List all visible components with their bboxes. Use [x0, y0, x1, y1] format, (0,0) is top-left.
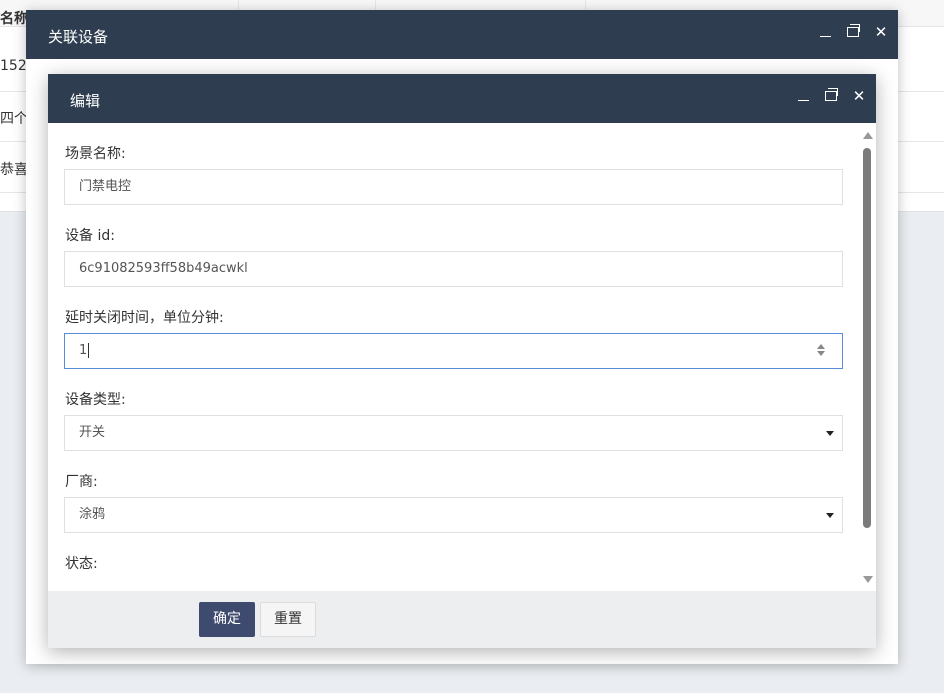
minimize-button[interactable]: [796, 87, 810, 105]
spinner-up-icon[interactable]: [817, 344, 825, 349]
vendor-value: 涂鸦: [79, 507, 106, 522]
caret-down-icon: [826, 513, 834, 518]
edit-modal: 编辑 ✕ 场景名称: 门禁电控 设备 id: 6c91082593ff58b49…: [48, 74, 876, 648]
device-id-label: 设备 id:: [65, 228, 115, 244]
close-icon: ✕: [852, 87, 866, 105]
delay-number-input[interactable]: 1: [64, 333, 843, 369]
device-type-value: 开关: [79, 425, 106, 440]
edit-titlebar[interactable]: 编辑 ✕: [48, 74, 876, 123]
delay-label: 延时关闭时间，单位分钟:: [65, 310, 224, 326]
device-id-value: 6c91082593ff58b49acwkl: [79, 261, 248, 276]
table-cell: 四个: [0, 111, 28, 127]
minimize-button[interactable]: [818, 23, 832, 41]
scroll-down-icon[interactable]: [863, 576, 873, 583]
caret-down-icon: [826, 431, 834, 436]
form-scrollbar[interactable]: [860, 123, 876, 591]
scroll-up-icon[interactable]: [863, 132, 873, 139]
minimize-icon: [819, 36, 831, 37]
table-cell: 恭喜: [0, 162, 28, 178]
window-controls: ✕: [796, 87, 866, 105]
vendor-label: 厂商:: [65, 474, 98, 490]
confirm-button[interactable]: 确定: [199, 602, 255, 637]
close-button[interactable]: ✕: [852, 87, 866, 105]
minimize-icon: [797, 100, 809, 101]
device-id-input[interactable]: 6c91082593ff58b49acwkl: [64, 251, 843, 287]
scene-name-input[interactable]: 门禁电控: [64, 169, 843, 205]
maximize-icon: [825, 88, 838, 101]
scrollbar-thumb[interactable]: [863, 148, 871, 528]
delay-value: 1: [79, 343, 88, 358]
close-icon: ✕: [874, 23, 888, 41]
scene-name-label: 场景名称:: [65, 146, 126, 162]
edit-title: 编辑: [70, 92, 101, 110]
reset-button[interactable]: 重置: [260, 602, 316, 637]
maximize-button[interactable]: [846, 23, 860, 41]
link-device-title: 关联设备: [48, 28, 109, 46]
link-device-titlebar[interactable]: 关联设备 ✕: [26, 10, 898, 59]
window-controls: ✕: [818, 23, 888, 41]
vendor-select[interactable]: 涂鸦: [64, 497, 843, 533]
number-spinner[interactable]: [816, 344, 826, 360]
close-button[interactable]: ✕: [874, 23, 888, 41]
edit-footer: 确定 重置: [48, 591, 876, 648]
table-header-name: 名称: [0, 11, 28, 27]
edit-form: 场景名称: 门禁电控 设备 id: 6c91082593ff58b49acwkl…: [48, 123, 876, 591]
spinner-down-icon[interactable]: [817, 351, 825, 356]
text-caret: [88, 343, 90, 358]
scene-name-value: 门禁电控: [79, 179, 132, 194]
status-label: 状态:: [65, 556, 98, 572]
maximize-button[interactable]: [824, 87, 838, 105]
maximize-icon: [847, 24, 860, 37]
device-type-label: 设备类型:: [65, 392, 126, 408]
device-type-select[interactable]: 开关: [64, 415, 843, 451]
